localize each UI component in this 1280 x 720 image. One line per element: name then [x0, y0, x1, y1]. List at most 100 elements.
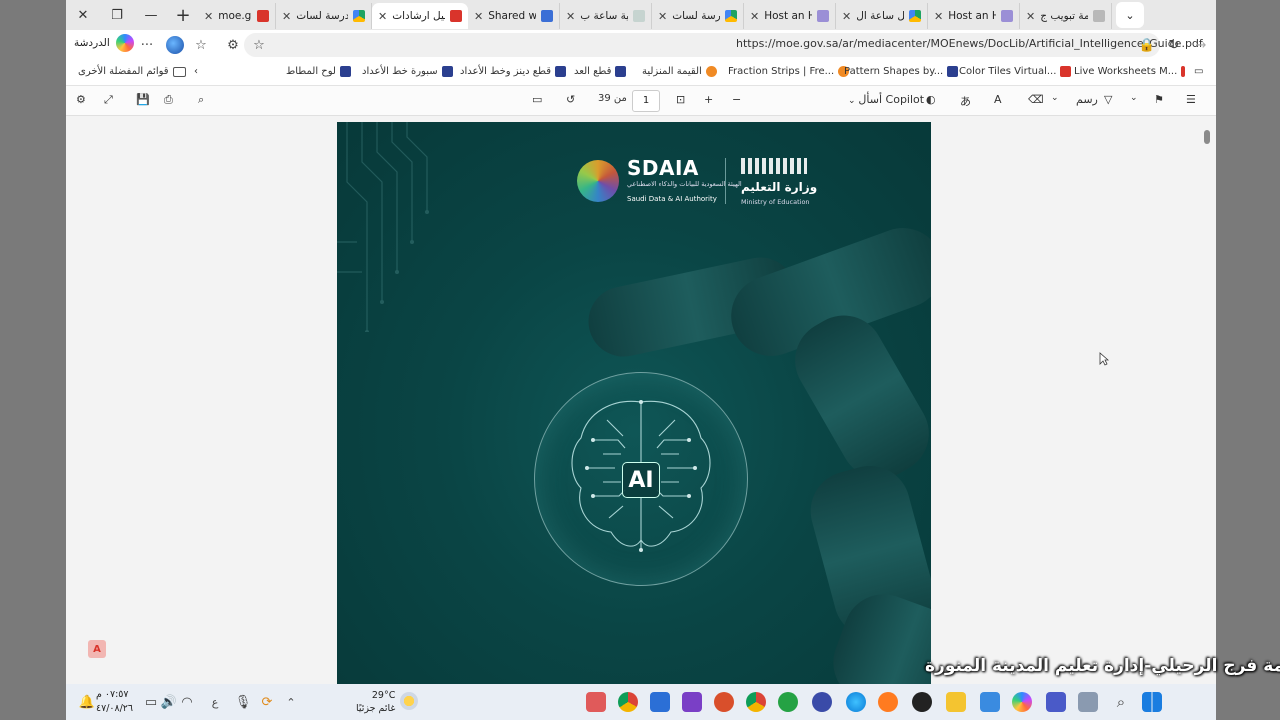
- taskbar-app-icon[interactable]: [812, 692, 832, 712]
- tab-2[interactable]: ✕تفعيل ساعة ال: [836, 3, 928, 29]
- copilot-taskbar-icon[interactable]: [1012, 692, 1032, 712]
- fullscreen-icon[interactable]: ⤢: [104, 93, 113, 107]
- highlight-icon[interactable]: ⚑: [1154, 93, 1164, 106]
- page-number-input[interactable]: 1: [632, 90, 660, 112]
- taskbar-app-icon[interactable]: [912, 692, 932, 712]
- close-tab-icon[interactable]: ✕: [1026, 10, 1035, 23]
- tab-3[interactable]: ✕Host an Hou: [744, 3, 836, 29]
- favorites-star-icon[interactable]: ☆: [190, 34, 212, 56]
- search-icon[interactable]: ⌕: [198, 93, 204, 107]
- close-window-button[interactable]: ✕: [66, 0, 100, 30]
- contents-list-icon[interactable]: ☰: [1186, 93, 1196, 106]
- highlight-dropdown-icon[interactable]: ⌄: [1130, 93, 1138, 103]
- bookmark-item-6[interactable]: Pattern Shapes by...: [844, 66, 959, 77]
- fit-page-icon[interactable]: ⊡: [676, 93, 685, 106]
- add-favorite-icon[interactable]: ☆: [248, 34, 270, 56]
- close-tab-icon[interactable]: ✕: [934, 10, 943, 23]
- bookmark-item-7[interactable]: Color Tiles Virtual...: [959, 66, 1072, 77]
- close-tab-icon[interactable]: ✕: [204, 10, 213, 23]
- translate-icon[interactable]: あ: [960, 93, 971, 109]
- refresh-icon[interactable]: ↻: [1163, 34, 1185, 56]
- forward-arrow-icon[interactable]: →: [1190, 34, 1212, 56]
- tab-9[interactable]: ✕moe.gov.sa/a: [198, 3, 276, 29]
- bookmark-item-1[interactable]: سبورة خط الأعداد: [362, 66, 453, 77]
- bookmark-item-8[interactable]: Live Worksheets M...: [1074, 66, 1186, 77]
- url-text[interactable]: https://moe.gov.sa/ar/mediacenter/MOEnew…: [736, 37, 1203, 50]
- scrollbar-track[interactable]: [1202, 118, 1212, 684]
- scrollbar-thumb[interactable]: [1204, 130, 1210, 144]
- copilot-icon[interactable]: ◐: [926, 93, 936, 106]
- minimize-window-button[interactable]: —: [134, 0, 168, 30]
- taskbar-app-icon[interactable]: [980, 692, 1000, 712]
- bookmarks-chevron-icon[interactable]: ‹: [194, 66, 198, 77]
- file-explorer-icon[interactable]: [946, 692, 966, 712]
- bookmark-item-5[interactable]: Fraction Strips | Fre...: [728, 66, 850, 77]
- new-tab-button[interactable]: +: [168, 0, 198, 30]
- teams-icon[interactable]: [1046, 692, 1066, 712]
- bookmark-item-2[interactable]: قطع دينز وخط الأعداد: [460, 66, 567, 77]
- draw-button[interactable]: رسم: [1076, 93, 1098, 106]
- profile-avatar-icon[interactable]: [166, 36, 184, 54]
- tab-8[interactable]: ✕المدرسة لسات: [276, 3, 372, 29]
- outlook-icon[interactable]: [650, 692, 670, 712]
- tab-7-active[interactable]: ✕دليل ارشادات: [372, 3, 468, 29]
- draw-pen-icon[interactable]: ▽: [1104, 93, 1112, 106]
- tab-5[interactable]: ✕فعالية ساعة ب: [560, 3, 652, 29]
- chrome-icon[interactable]: [618, 692, 638, 712]
- draw-dropdown-icon[interactable]: ⌄: [1051, 93, 1059, 103]
- tab-1[interactable]: ✕Host an Hou: [928, 3, 1020, 29]
- save-icon[interactable]: 💾: [136, 93, 150, 106]
- taskbar-app-icon[interactable]: [1078, 692, 1098, 712]
- other-favorites-folder[interactable]: قوائم المفضلة الأخرى: [78, 66, 186, 77]
- input-language-indicator[interactable]: ع: [204, 691, 226, 713]
- sync-icon[interactable]: ⟳: [256, 691, 278, 713]
- edge-icon[interactable]: [846, 692, 866, 712]
- settings-gear-icon[interactable]: ⚙: [76, 93, 86, 106]
- more-options-icon[interactable]: ···: [136, 34, 158, 56]
- print-icon[interactable]: ⎙: [164, 93, 173, 107]
- zoom-in-icon[interactable]: +: [704, 93, 713, 106]
- close-tab-icon[interactable]: ✕: [378, 10, 387, 23]
- acrobat-icon[interactable]: A: [88, 640, 106, 658]
- windows-start-icon[interactable]: [1142, 692, 1162, 712]
- erase-icon[interactable]: ⌫: [1028, 93, 1044, 106]
- reader-mode-icon[interactable]: 🔒: [1136, 34, 1158, 56]
- zoom-out-icon[interactable]: −: [732, 93, 741, 106]
- notification-icon[interactable]: 🔔: [76, 691, 98, 713]
- close-tab-icon[interactable]: ✕: [842, 10, 851, 23]
- read-aloud-icon[interactable]: A: [994, 93, 1002, 106]
- page-view-icon[interactable]: ▭: [532, 93, 542, 106]
- taskbar-app-icon[interactable]: [714, 692, 734, 712]
- tray-overflow-icon[interactable]: ⌃: [280, 691, 302, 713]
- bookmark-item-4[interactable]: القيمة المنزلية: [642, 66, 717, 77]
- restore-window-button[interactable]: ❐: [100, 0, 134, 30]
- microphone-icon[interactable]: 🎙: [232, 691, 254, 713]
- ask-copilot-button[interactable]: ⌄ أسأل Copilot: [848, 93, 924, 106]
- close-tab-icon[interactable]: ✕: [658, 10, 667, 23]
- firefox-icon[interactable]: [878, 692, 898, 712]
- tab-0[interactable]: ✕علامة تبويب ج: [1020, 3, 1112, 29]
- copilot-chat-button[interactable]: الدردشة: [74, 34, 134, 52]
- rotate-icon[interactable]: ↺: [566, 93, 575, 106]
- chrome-icon[interactable]: [746, 692, 766, 712]
- bookmarks-menu-icon[interactable]: ▭: [1194, 66, 1203, 77]
- weather-widget[interactable]: 29°C غائم جزئيًا: [356, 689, 395, 715]
- bookmark-item-3[interactable]: قطع العد: [574, 66, 627, 77]
- onenote-icon[interactable]: [682, 692, 702, 712]
- tab-6[interactable]: ✕Shared with n: [468, 3, 560, 29]
- search-icon[interactable]: ⌕: [1110, 691, 1132, 713]
- close-tab-icon[interactable]: ✕: [282, 10, 291, 23]
- whatsapp-icon[interactable]: [778, 692, 798, 712]
- close-tab-icon[interactable]: ✕: [474, 10, 483, 23]
- close-tab-icon[interactable]: ✕: [750, 10, 759, 23]
- tab-actions-chevron-icon[interactable]: ⌄: [1116, 2, 1144, 28]
- bookmark-favicon: [947, 66, 959, 77]
- bookmark-item-0[interactable]: لوح المطاط: [286, 66, 351, 77]
- close-tab-icon[interactable]: ✕: [566, 10, 575, 23]
- extensions-icon[interactable]: ⚙: [222, 34, 244, 56]
- moe-logo-icon: [741, 158, 807, 174]
- system-clock[interactable]: ٠٧:٥٧ م ٤٧/٠٨/٢٦: [96, 688, 133, 716]
- tab-4[interactable]: ✕المدرسة لسات: [652, 3, 744, 29]
- wifi-icon[interactable]: ◠: [176, 691, 198, 713]
- taskbar-app-icon[interactable]: [586, 692, 606, 712]
